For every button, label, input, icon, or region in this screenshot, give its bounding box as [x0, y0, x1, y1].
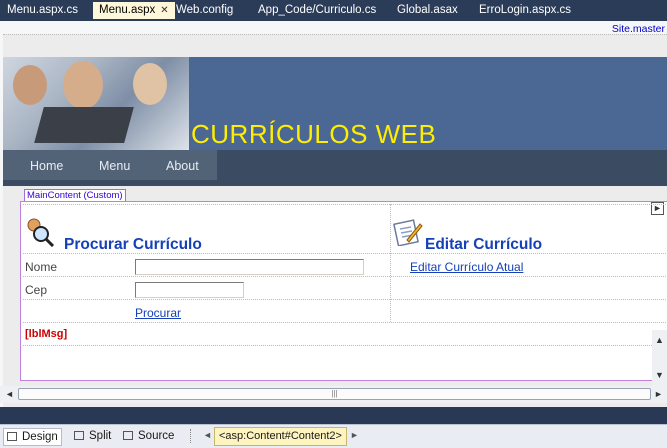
scroll-thumb[interactable]: |||: [18, 388, 651, 400]
design-surface[interactable]: Site.master CURRÍCULOS WEB Home Menu Abo…: [0, 21, 667, 407]
page-canvas: CURRÍCULOS WEB Home Menu About MainConte…: [3, 34, 667, 407]
main-content-region[interactable]: ► Procurar Currículo Editar Currículo No…: [20, 201, 667, 381]
tab-label: Menu.aspx: [99, 4, 156, 16]
scroll-up-icon[interactable]: ▲: [652, 333, 667, 348]
horizontal-scrollbar[interactable]: ◄ ||| ►: [0, 386, 667, 403]
tab-label: Menu.aspx.cs: [7, 4, 78, 16]
nav-item-home[interactable]: Home: [30, 159, 63, 173]
scroll-right-icon[interactable]: ►: [651, 387, 666, 402]
vertical-scrollbar[interactable]: ▲ ▼: [652, 330, 667, 386]
tab-label: Global.asax: [397, 4, 458, 16]
design-view-button[interactable]: Design: [3, 428, 62, 446]
scroll-left-icon[interactable]: ◄: [2, 387, 17, 402]
split-view-icon: [74, 431, 84, 440]
photo-person: [13, 65, 47, 105]
nav-item-menu[interactable]: Menu: [99, 159, 130, 173]
table-divider: [23, 204, 666, 205]
table-divider: [23, 345, 666, 346]
site-header: CURRÍCULOS WEB: [3, 57, 667, 150]
scroll-down-icon[interactable]: ▼: [652, 368, 667, 383]
photo-laptop: [34, 107, 134, 143]
breadcrumb-next-icon[interactable]: ►: [350, 430, 359, 440]
toolbar-separator: [190, 429, 193, 443]
tab-app-code-curriculo[interactable]: App_Code/Curriculo.cs: [252, 2, 382, 19]
tag-breadcrumb[interactable]: <asp:Content#Content2>: [214, 427, 347, 446]
source-view-icon: [123, 431, 133, 440]
cep-input[interactable]: [135, 282, 244, 298]
nav-menu: Home Menu About: [3, 150, 667, 186]
tab-errologin-aspx-cs[interactable]: ErroLogin.aspx.cs: [473, 2, 577, 19]
breadcrumb-prev-icon[interactable]: ◄: [203, 430, 212, 440]
header-photo: [3, 57, 189, 150]
tab-label: Web.config: [176, 4, 234, 16]
photo-person: [133, 63, 167, 105]
edit-current-cv-link[interactable]: Editar Currículo Atual: [410, 260, 523, 274]
view-label: Source: [138, 430, 175, 442]
message-label: [lblMsg]: [25, 328, 68, 340]
tab-web-config[interactable]: Web.config: [170, 2, 239, 19]
magnifier-person-icon: [27, 218, 55, 247]
tab-menu-aspx-cs[interactable]: Menu.aspx.cs: [1, 2, 84, 19]
cep-label: Cep: [25, 283, 48, 297]
nav-item-about[interactable]: About: [166, 159, 199, 173]
source-view-button[interactable]: Source: [120, 428, 177, 444]
tab-menu-aspx[interactable]: Menu.aspx ✕: [93, 2, 175, 19]
search-heading: Procurar Currículo: [64, 236, 202, 253]
table-divider: [23, 322, 666, 323]
table-divider: [23, 299, 666, 300]
edit-document-icon: [393, 219, 423, 246]
name-input[interactable]: [135, 259, 364, 275]
table-divider: [390, 204, 391, 322]
name-label: Nome: [25, 260, 58, 274]
search-link-button[interactable]: Procurar: [135, 306, 181, 320]
tab-label: ErroLogin.aspx.cs: [479, 4, 572, 16]
document-tabstrip: Menu.aspx.cs Menu.aspx ✕ Web.config App_C…: [0, 0, 667, 21]
edit-heading: Editar Currículo: [425, 236, 543, 253]
view-label: Split: [89, 430, 112, 442]
table-divider: [23, 276, 666, 277]
view-switcher-bar: Design Split Source ◄ <asp:Content#Conte…: [0, 424, 667, 448]
view-label: Design: [22, 431, 58, 443]
site-title: CURRÍCULOS WEB: [191, 119, 437, 149]
close-icon[interactable]: ✕: [160, 5, 168, 16]
split-view-button[interactable]: Split: [71, 428, 114, 444]
tab-global-asax[interactable]: Global.asax: [391, 2, 464, 19]
photo-person: [63, 61, 103, 109]
tab-label: App_Code/Curriculo.cs: [258, 4, 377, 16]
design-view-icon: [7, 432, 17, 441]
